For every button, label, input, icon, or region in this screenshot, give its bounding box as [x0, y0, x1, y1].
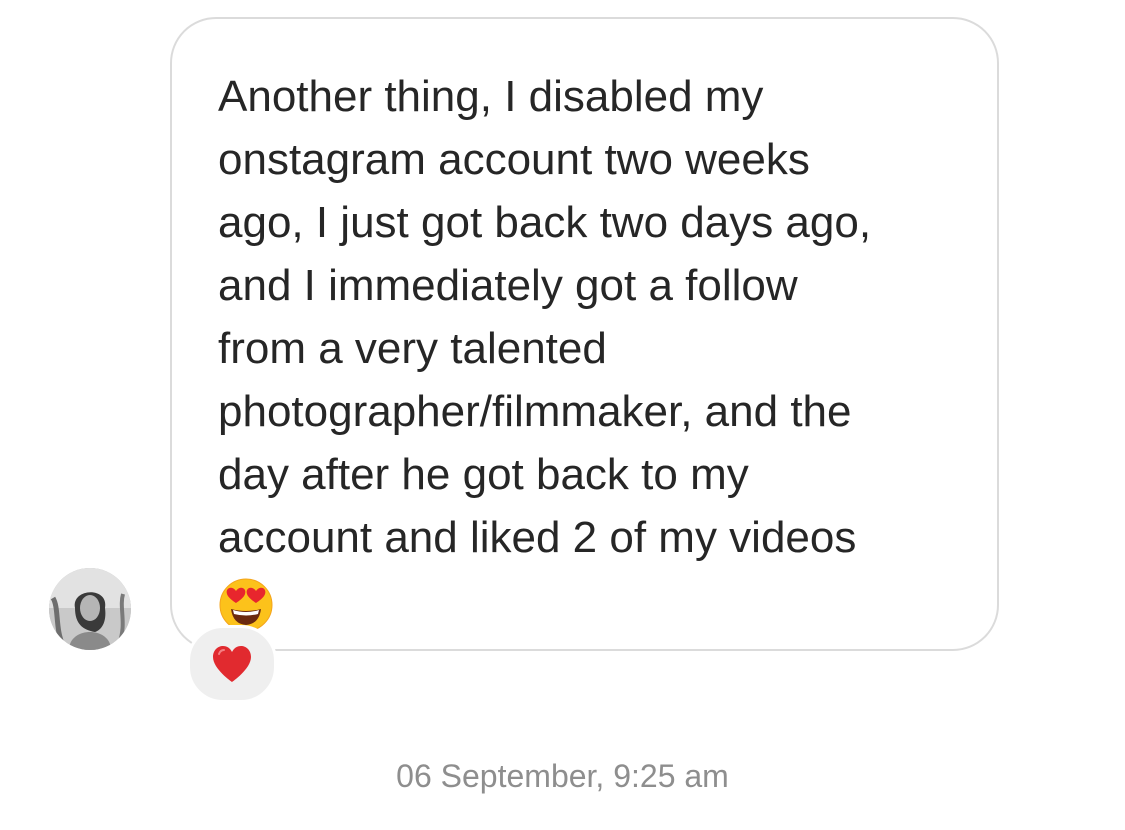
heart-reaction-badge[interactable] [187, 625, 277, 703]
message-line: and I immediately got a follow [218, 261, 798, 310]
chat-thread: Another thing, I disabled my onstagram a… [0, 0, 1125, 830]
message-line: ago, I just got back two days ago, [218, 198, 872, 247]
sender-avatar[interactable] [49, 568, 131, 650]
message-line: Another thing, I disabled my [218, 72, 764, 121]
red-heart-icon [213, 646, 251, 682]
message-line: day after he got back to my [218, 450, 749, 499]
message-line: onstagram account two weeks [218, 135, 810, 184]
message-line: photographer/filmmaker, and the [218, 387, 852, 436]
message-line: account and liked 2 of my videos [218, 513, 857, 562]
profile-photo-icon [49, 568, 131, 650]
message-line: from a very talented [218, 324, 607, 373]
message-timestamp: 06 September, 9:25 am [396, 758, 729, 794]
message-bubble[interactable]: Another thing, I disabled my onstagram a… [170, 17, 999, 651]
